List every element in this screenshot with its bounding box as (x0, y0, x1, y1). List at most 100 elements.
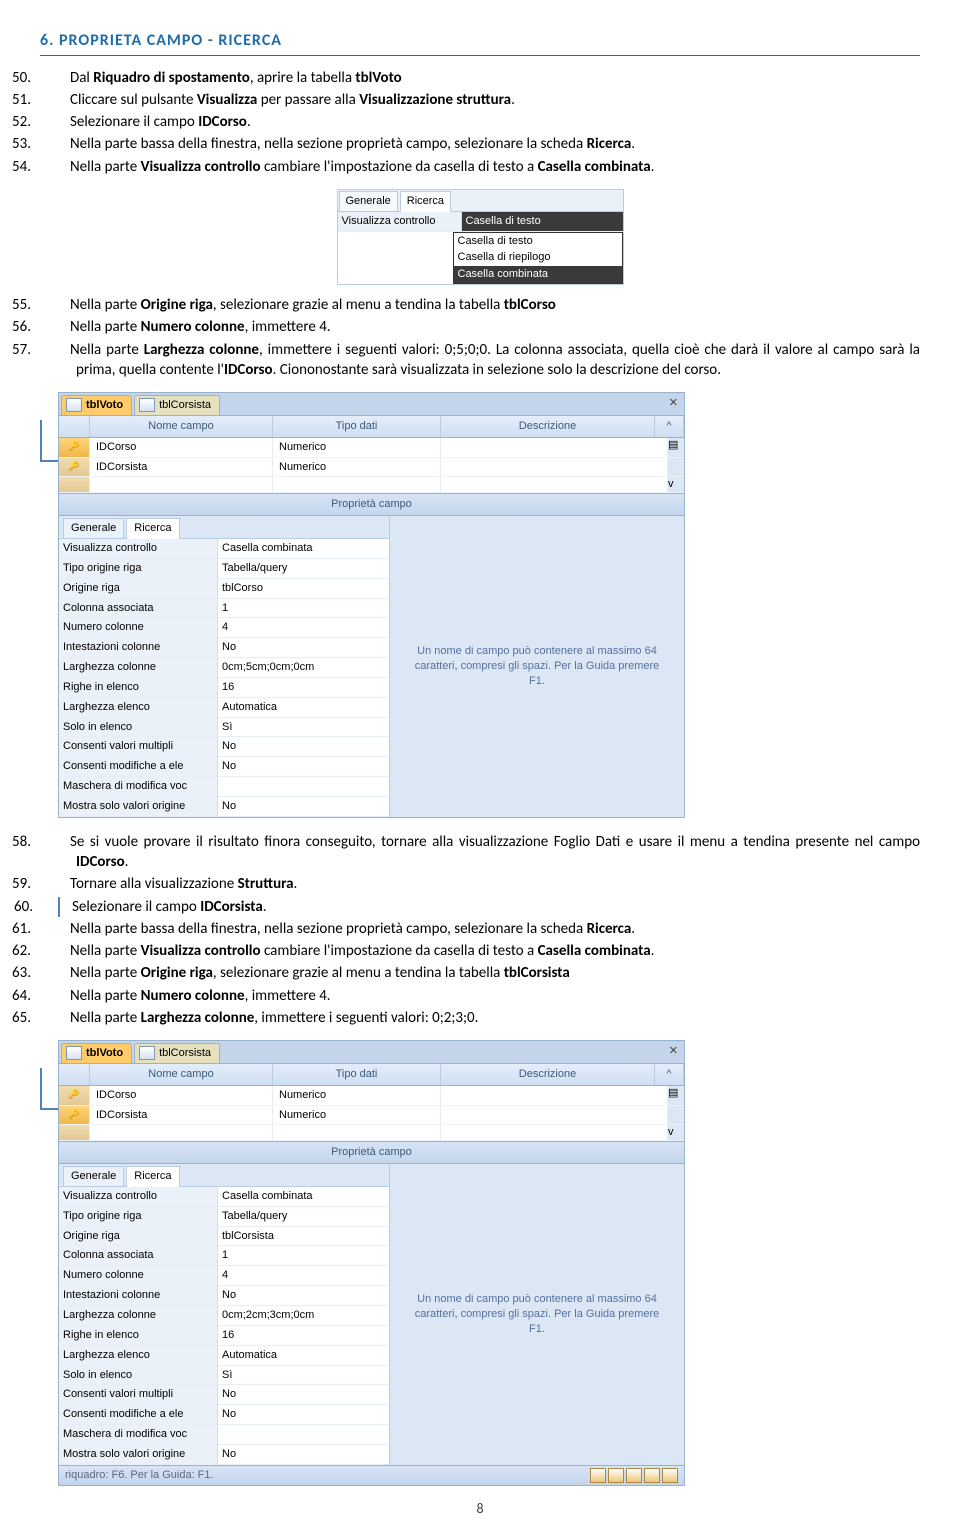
field-row[interactable]: 🔑 IDCorso Numerico ▤ (59, 438, 684, 458)
property-row[interactable]: Consenti modifiche a ele No (59, 757, 389, 777)
field-type[interactable]: Numerico (273, 1106, 441, 1125)
property-value[interactable] (218, 777, 389, 797)
property-row[interactable]: Maschera di modifica voc (59, 1425, 389, 1445)
prop-value-dropdown[interactable]: Casella di testo (462, 212, 623, 232)
field-name[interactable]: IDCorso (90, 1086, 273, 1105)
property-value[interactable]: No (218, 737, 389, 757)
property-row[interactable]: Intestazioni colonne No (59, 638, 389, 658)
property-value[interactable]: tblCorso (218, 579, 389, 599)
field-type[interactable]: Numerico (273, 458, 441, 477)
property-value[interactable]: No (218, 757, 389, 777)
property-value[interactable]: Automatica (218, 1346, 389, 1366)
property-value[interactable]: tblCorsista (218, 1227, 389, 1247)
object-tab-tblcorsista[interactable]: tblCorsista (134, 395, 220, 415)
property-value[interactable]: 0cm;5cm;0cm;0cm (218, 658, 389, 678)
scroll-up-icon[interactable]: ^ (655, 416, 684, 437)
property-value[interactable]: 4 (218, 1266, 389, 1286)
object-tab-tblcorsista[interactable]: tblCorsista (134, 1043, 220, 1063)
property-row[interactable]: Mostra solo valori origine No (59, 1445, 389, 1465)
ps-tab-ricerca[interactable]: Ricerca (126, 518, 179, 539)
property-row[interactable]: Numero colonne 4 (59, 618, 389, 638)
property-row[interactable]: Larghezza colonne 0cm;2cm;3cm;0cm (59, 1306, 389, 1326)
property-row[interactable]: Consenti valori multipli No (59, 737, 389, 757)
tab-generale[interactable]: Generale (339, 191, 398, 211)
table-icon (139, 1046, 155, 1060)
property-value[interactable]: No (218, 1286, 389, 1306)
property-value[interactable]: 0cm;2cm;3cm;0cm (218, 1306, 389, 1326)
field-row[interactable]: 🔑 IDCorsista Numerico (59, 1106, 684, 1126)
property-value[interactable]: 1 (218, 599, 389, 619)
property-value[interactable]: Casella combinata (218, 1187, 389, 1207)
property-value[interactable]: Tabella/query (218, 1207, 389, 1227)
scrollbar[interactable]: ▤ (668, 1086, 684, 1105)
row-selector[interactable]: 🔑 (59, 458, 90, 477)
property-row[interactable]: Solo in elenco Sì (59, 718, 389, 738)
field-name[interactable]: IDCorso (90, 438, 273, 457)
property-row[interactable]: Tipo origine riga Tabella/query (59, 559, 389, 579)
property-row[interactable]: Maschera di modifica voc (59, 777, 389, 797)
property-row[interactable]: Righe in elenco 16 (59, 678, 389, 698)
property-row[interactable]: Mostra solo valori origine No (59, 797, 389, 817)
property-row[interactable]: Visualizza controllo Casella combinata (59, 1187, 389, 1207)
scrollbar[interactable]: ▤ (668, 438, 684, 457)
property-value[interactable]: No (218, 638, 389, 658)
ps-tab-generale[interactable]: Generale (63, 1166, 124, 1186)
field-name[interactable]: IDCorsista (90, 458, 273, 477)
property-row[interactable]: Numero colonne 4 (59, 1266, 389, 1286)
row-selector[interactable]: 🔑 (59, 1086, 90, 1105)
property-row[interactable]: Colonna associata 1 (59, 1246, 389, 1266)
field-type[interactable]: Numerico (273, 438, 441, 457)
field-desc[interactable] (441, 438, 668, 457)
field-desc[interactable] (441, 458, 668, 477)
property-value[interactable]: 4 (218, 618, 389, 638)
scroll-up-icon[interactable]: ^ (655, 1064, 684, 1085)
property-row[interactable]: Origine riga tblCorso (59, 579, 389, 599)
property-value[interactable]: 16 (218, 678, 389, 698)
object-tab-tblvoto[interactable]: tblVoto (61, 1043, 132, 1063)
property-row[interactable]: Consenti modifiche a ele No (59, 1405, 389, 1425)
property-row[interactable]: Larghezza elenco Automatica (59, 698, 389, 718)
scrollbar[interactable] (668, 1106, 684, 1125)
ps-tab-generale[interactable]: Generale (63, 518, 124, 538)
view-switch-icons[interactable] (590, 1468, 678, 1483)
object-tab-tblvoto[interactable]: tblVoto (61, 395, 132, 415)
property-row[interactable]: Visualizza controllo Casella combinata (59, 539, 389, 559)
property-value[interactable]: Tabella/query (218, 559, 389, 579)
property-row[interactable]: Larghezza colonne 0cm;5cm;0cm;0cm (59, 658, 389, 678)
property-value[interactable]: Sì (218, 718, 389, 738)
row-selector[interactable]: 🔑 (59, 1106, 90, 1125)
property-value[interactable]: 1 (218, 1246, 389, 1266)
property-row[interactable]: Colonna associata 1 (59, 599, 389, 619)
field-name[interactable]: IDCorsista (90, 1106, 273, 1125)
field-row[interactable]: 🔑 IDCorso Numerico ▤ (59, 1086, 684, 1106)
scrollbar[interactable] (668, 458, 684, 477)
property-row[interactable]: Origine riga tblCorsista (59, 1227, 389, 1247)
property-value[interactable] (218, 1425, 389, 1445)
scroll-down-icon[interactable]: v (668, 477, 684, 492)
property-row[interactable]: Larghezza elenco Automatica (59, 1346, 389, 1366)
close-icon[interactable]: ✕ (669, 396, 678, 411)
field-desc[interactable] (441, 1106, 668, 1125)
scroll-down-icon[interactable]: v (668, 1125, 684, 1140)
ps-tab-ricerca[interactable]: Ricerca (126, 1166, 179, 1187)
property-value[interactable]: 16 (218, 1326, 389, 1346)
tab-ricerca[interactable]: Ricerca (400, 191, 451, 212)
property-value[interactable]: No (218, 1405, 389, 1425)
field-desc[interactable] (441, 1086, 668, 1105)
property-row[interactable]: Solo in elenco Sì (59, 1366, 389, 1386)
property-value[interactable]: No (218, 1445, 389, 1465)
property-value[interactable]: No (218, 1385, 389, 1405)
close-icon[interactable]: ✕ (669, 1044, 678, 1059)
property-row[interactable]: Consenti valori multipli No (59, 1385, 389, 1405)
property-value[interactable]: No (218, 797, 389, 817)
field-row[interactable]: 🔑 IDCorsista Numerico (59, 458, 684, 478)
property-row[interactable]: Righe in elenco 16 (59, 1326, 389, 1346)
row-selector[interactable]: 🔑 (59, 438, 90, 457)
field-type[interactable]: Numerico (273, 1086, 441, 1105)
property-row[interactable]: Tipo origine riga Tabella/query (59, 1207, 389, 1227)
property-row[interactable]: Intestazioni colonne No (59, 1286, 389, 1306)
dropdown-list[interactable]: Casella di testo Casella di riepilogo Ca… (453, 232, 623, 285)
property-value[interactable]: Automatica (218, 698, 389, 718)
property-value[interactable]: Casella combinata (218, 539, 389, 559)
property-value[interactable]: Sì (218, 1366, 389, 1386)
